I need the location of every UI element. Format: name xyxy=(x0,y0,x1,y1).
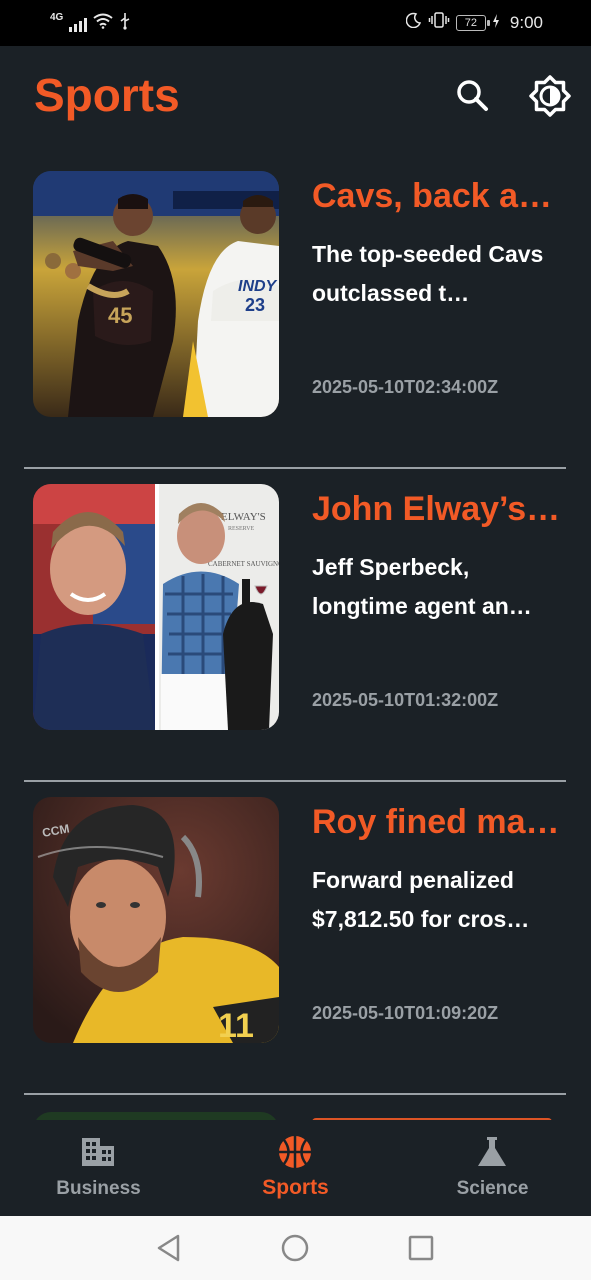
nav-item-business[interactable]: Business xyxy=(0,1120,197,1216)
battery-level: 72 xyxy=(464,16,478,29)
pacers-jersey-number: 23 xyxy=(245,295,265,315)
article-card-partial[interactable] xyxy=(24,1096,566,1120)
article-description: Forward penalized $7,812.50 for cros… xyxy=(312,867,530,932)
recents-square-icon xyxy=(403,1235,439,1270)
wifi-icon xyxy=(93,13,113,34)
moon-icon xyxy=(405,12,422,33)
app-header: Sports xyxy=(0,46,591,156)
hockey-jersey-number: 11 xyxy=(218,1007,254,1043)
bottom-navigation: Business Sports Science xyxy=(0,1120,591,1216)
article-description: The top-seeded Cavs outclassed t… xyxy=(312,241,544,306)
wine-label-text: ELWAY'S xyxy=(221,511,266,523)
article-feed[interactable]: 45 INDY 23 Cavs, back at… The top-seeded… xyxy=(0,156,591,1120)
article-title: John Elway’s … xyxy=(312,490,562,528)
usb-icon xyxy=(119,12,131,35)
article-timestamp: 2025-05-10T01:32:00Z xyxy=(312,690,499,710)
article-timestamp: 2025-05-10T01:09:20Z xyxy=(312,1003,499,1023)
search-button[interactable] xyxy=(450,74,494,118)
wine-reserve-text: RESERVE xyxy=(228,526,255,532)
page-title: Sports xyxy=(34,69,180,121)
search-icon xyxy=(450,74,494,118)
article-card[interactable]: 11 CCM Roy fined ma… Forward penalized $… xyxy=(24,782,566,1095)
network-type: 4G xyxy=(50,12,64,23)
article-image xyxy=(33,1112,279,1120)
article-image: 45 INDY 23 xyxy=(33,171,279,417)
nav-item-sports[interactable]: Sports xyxy=(197,1120,394,1216)
pacers-text: INDY xyxy=(238,278,278,295)
home-button[interactable] xyxy=(277,1230,313,1266)
charging-icon xyxy=(492,13,500,33)
nav-label: Science xyxy=(456,1178,529,1199)
status-bar: 4G 72 9:00 xyxy=(0,0,591,46)
article-card[interactable]: ELWAY'S RESERVE CABERNET SAUVIGNON John … xyxy=(24,469,566,782)
nav-item-science[interactable]: Science xyxy=(394,1120,591,1216)
clock: 9:00 xyxy=(509,12,543,32)
battery-icon: 72 xyxy=(455,14,490,31)
nav-label: Sports xyxy=(262,1176,329,1199)
article-title: Roy fined ma… xyxy=(312,803,560,841)
article-image: ELWAY'S RESERVE CABERNET SAUVIGNON xyxy=(33,484,279,730)
brightness-icon xyxy=(528,74,572,118)
article-image: 11 CCM xyxy=(33,797,279,1043)
article-card[interactable]: 45 INDY 23 Cavs, back at… The top-seeded… xyxy=(24,156,566,469)
basketball-icon xyxy=(277,1134,313,1170)
divider xyxy=(24,1093,566,1095)
cavs-jersey-number: 45 xyxy=(108,303,132,328)
signal-icon xyxy=(69,16,88,32)
building-icon xyxy=(80,1134,116,1170)
article-description: Jeff Sperbeck, longtime agent an… xyxy=(312,554,532,619)
flask-icon xyxy=(474,1134,510,1170)
vibrate-icon xyxy=(428,12,450,33)
wine-variety-text: CABERNET SAUVIGNON xyxy=(208,560,279,568)
article-timestamp: 2025-05-10T02:34:00Z xyxy=(312,377,499,397)
home-circle-icon xyxy=(277,1234,313,1270)
theme-toggle-button[interactable] xyxy=(528,74,572,118)
recents-button[interactable] xyxy=(403,1230,439,1266)
nav-label: Business xyxy=(56,1178,141,1199)
back-triangle-icon xyxy=(151,1234,187,1270)
system-navigation-bar xyxy=(0,1216,591,1280)
back-button[interactable] xyxy=(151,1230,187,1266)
article-title: Cavs, back at… xyxy=(312,177,562,215)
